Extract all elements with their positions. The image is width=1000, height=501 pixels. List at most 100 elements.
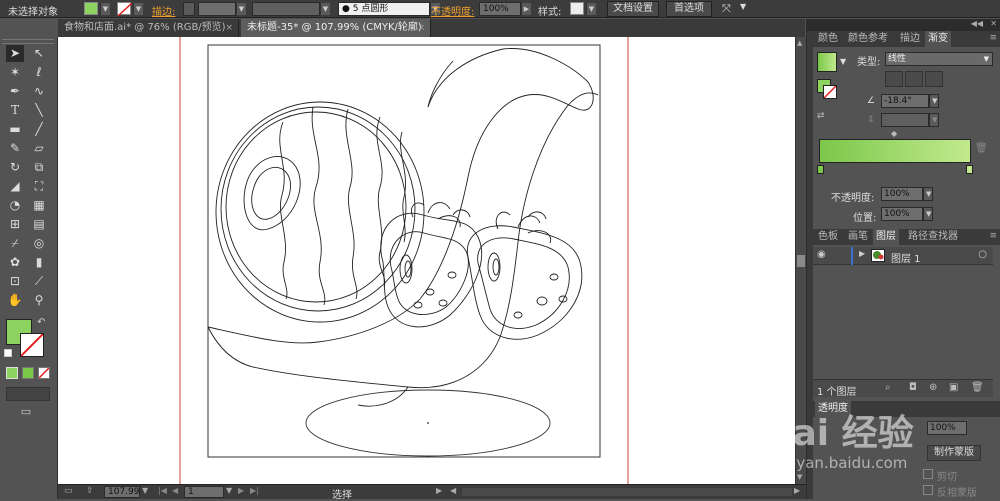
- artboard-nav-icon[interactable]: ▭: [64, 486, 73, 496]
- perspective-grid-icon[interactable]: ▦: [30, 197, 48, 214]
- shape-builder-icon[interactable]: ◔: [6, 197, 24, 214]
- new-sublayer-icon[interactable]: ⊕: [929, 382, 937, 393]
- none-mode-button[interactable]: [38, 367, 50, 379]
- layer-row[interactable]: ◉ ▶ 图层 1 ○: [813, 247, 993, 265]
- arrange-documents-icon[interactable]: ⤧: [722, 2, 731, 16]
- tab-color[interactable]: 颜色: [815, 31, 841, 47]
- selection-tool-icon[interactable]: ➤: [6, 45, 24, 62]
- eraser-icon[interactable]: ▱: [30, 140, 48, 157]
- stop-opacity-dropdown[interactable]: ▼: [923, 187, 933, 201]
- reverse-gradient-icon[interactable]: ⇄: [817, 111, 825, 121]
- symbol-sprayer-icon[interactable]: ✿: [6, 254, 24, 271]
- lasso-icon[interactable]: ℓ: [30, 64, 48, 81]
- stroke-gradient-across-button[interactable]: [925, 71, 943, 87]
- clipping-mask-icon[interactable]: ◘: [909, 382, 917, 393]
- direct-selection-tool-icon[interactable]: ↖: [30, 45, 48, 62]
- default-colors-icon[interactable]: [4, 349, 12, 357]
- magic-wand-icon[interactable]: ✶: [6, 64, 24, 81]
- stroke-color-box[interactable]: [20, 333, 44, 357]
- column-graph-icon[interactable]: ▮: [30, 254, 48, 271]
- gradient-tool-icon[interactable]: ▤: [30, 216, 48, 233]
- preferences-button[interactable]: 首选项: [666, 1, 712, 17]
- collapse-dock-icon[interactable]: ◀◀: [971, 19, 983, 28]
- stroke-weight-dropdown[interactable]: ▼: [236, 3, 246, 15]
- hand-tool-icon[interactable]: ✋: [6, 292, 24, 309]
- layer-name[interactable]: 图层 1: [891, 250, 921, 265]
- opacity-label-text[interactable]: 不透明度:: [431, 3, 474, 18]
- angle-field[interactable]: -18.4°: [881, 94, 929, 108]
- aspect-ratio-dropdown[interactable]: ▼: [929, 113, 939, 127]
- paintbrush-icon[interactable]: ╱: [30, 121, 48, 138]
- tab-swatches[interactable]: 色板: [815, 229, 841, 245]
- drawing-modes[interactable]: [6, 387, 50, 401]
- scroll-up-icon[interactable]: ▲: [797, 39, 805, 47]
- gradient-preview-dropdown-icon[interactable]: ▼: [840, 57, 846, 66]
- dock-header[interactable]: ◀◀ ✕: [807, 19, 1000, 31]
- curvature-tool-icon[interactable]: ∿: [30, 83, 48, 100]
- close-icon[interactable]: ×: [417, 19, 425, 37]
- gradient-slider[interactable]: [819, 139, 971, 163]
- toolbox-grip[interactable]: [2, 39, 54, 44]
- profile-dropdown[interactable]: ▼: [320, 3, 330, 15]
- angle-dropdown[interactable]: ▼: [929, 94, 939, 108]
- gradient-preview[interactable]: [817, 52, 837, 72]
- target-circle-icon[interactable]: ○: [978, 249, 987, 260]
- next-page-icon[interactable]: ▶: [238, 486, 244, 495]
- artboard-tool-icon[interactable]: ⊡: [6, 273, 24, 290]
- doc-setup-button[interactable]: 文档设置: [607, 1, 659, 17]
- style-swatch[interactable]: [570, 2, 584, 15]
- stop-position-field[interactable]: 100%: [881, 207, 923, 221]
- expand-triangle-icon[interactable]: ▶: [859, 249, 865, 258]
- color-mode-button[interactable]: [6, 367, 18, 379]
- gradient-mode-button[interactable]: [22, 367, 34, 379]
- variable-width-profile[interactable]: [252, 2, 320, 16]
- delete-stop-icon[interactable]: 🗑: [975, 143, 988, 154]
- gradient-stop-start[interactable]: [817, 165, 824, 174]
- slice-tool-icon[interactable]: ⟋: [30, 273, 48, 290]
- delete-layer-icon[interactable]: 🗑: [971, 382, 984, 393]
- stop-position-dropdown[interactable]: ▼: [923, 207, 933, 221]
- stroke-weight-field[interactable]: [198, 2, 236, 16]
- visibility-eye-icon[interactable]: ◉: [817, 249, 826, 260]
- invert-mask-checkbox[interactable]: [923, 485, 933, 495]
- locate-object-icon[interactable]: ⌕: [885, 382, 891, 393]
- panel-menu-icon[interactable]: ≡: [989, 33, 997, 43]
- last-page-icon[interactable]: ▶|: [250, 486, 259, 495]
- screen-mode-icon[interactable]: ▭: [14, 405, 38, 419]
- rectangle-tool-icon[interactable]: ▬: [6, 121, 24, 138]
- free-transform-icon[interactable]: ⛶: [30, 178, 48, 195]
- fill-dropdown[interactable]: ▼: [100, 3, 110, 15]
- zoom-tool-icon[interactable]: ⚲: [30, 292, 48, 309]
- panel-grip[interactable]: [807, 31, 813, 231]
- scale-tool-icon[interactable]: ⧉: [30, 159, 48, 176]
- stroke-dropdown[interactable]: ▼: [133, 3, 143, 15]
- stroke-weight-stepper[interactable]: [183, 2, 195, 16]
- tab-brushes[interactable]: 画笔: [845, 229, 871, 245]
- scroll-down-icon[interactable]: ▼: [797, 473, 805, 481]
- stroke-label[interactable]: 描边:: [152, 3, 175, 18]
- hscroll-left-icon[interactable]: ◀: [450, 486, 456, 495]
- canvas-area[interactable]: [58, 37, 795, 484]
- swap-fill-stroke-icon[interactable]: ↶: [37, 317, 45, 328]
- status-menu-icon[interactable]: ▶: [436, 486, 442, 495]
- width-tool-icon[interactable]: ◢: [6, 178, 24, 195]
- tab-food-store[interactable]: 食物和店面.ai* @ 76% (RGB/预览) ×: [58, 19, 239, 37]
- pen-tool-icon[interactable]: ✒: [6, 83, 24, 100]
- tab-untitled-35[interactable]: 未标题-35* @ 107.99% (CMYK/轮廓) ×: [241, 19, 431, 37]
- transparency-opacity-field[interactable]: 100%: [927, 421, 967, 435]
- make-mask-button[interactable]: 制作蒙版: [927, 445, 981, 461]
- brush-definition[interactable]: ● 5 点圆形: [338, 2, 430, 16]
- line-tool-icon[interactable]: ╲: [30, 102, 48, 119]
- stop-opacity-field[interactable]: 100%: [881, 187, 923, 201]
- tab-stroke[interactable]: 描边: [897, 31, 923, 47]
- eyedropper-icon[interactable]: ⌿: [6, 235, 24, 252]
- opacity-field[interactable]: 100%: [479, 2, 521, 16]
- zoom-dropdown-icon[interactable]: ▼: [142, 486, 148, 495]
- stroke-gradient-within-button[interactable]: [885, 71, 903, 87]
- gradient-stroke-swatch[interactable]: [823, 85, 837, 99]
- mesh-tool-icon[interactable]: ⊞: [6, 216, 24, 233]
- rotate-tool-icon[interactable]: ↻: [6, 159, 24, 176]
- gradient-stop-end[interactable]: [966, 165, 973, 174]
- tab-color-guide[interactable]: 颜色参考: [845, 31, 891, 47]
- style-dropdown[interactable]: ▼: [586, 3, 596, 15]
